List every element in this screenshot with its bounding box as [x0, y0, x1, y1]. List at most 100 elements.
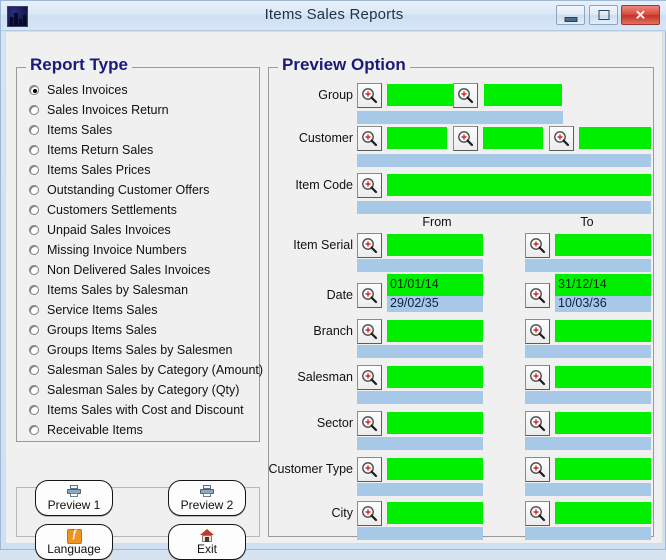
radio-items-sales[interactable]: Items Sales — [25, 120, 251, 140]
item-code-lookup-button[interactable] — [357, 173, 382, 198]
minimize-button[interactable] — [556, 5, 585, 25]
radio-salesman-sales-by-category-amount[interactable]: Salesman Sales by Category (Amount) — [25, 360, 251, 380]
group-lookup-button-1[interactable] — [357, 83, 382, 108]
sector-from-description-strip — [357, 437, 483, 450]
city-to-description-strip — [525, 527, 651, 540]
report-type-title: Report Type — [26, 55, 132, 75]
sector-to-lookup-button[interactable] — [525, 411, 550, 436]
item-code-description-strip — [357, 201, 651, 214]
city-to-field[interactable] — [555, 502, 651, 524]
item-serial-from-lookup-button[interactable] — [357, 233, 382, 258]
maximize-icon — [598, 10, 609, 20]
radio-indicator-icon — [29, 285, 39, 295]
salesman-to-field[interactable] — [555, 366, 651, 388]
sector-to-description-strip — [525, 437, 651, 450]
label-item-serial: Item Serial — [269, 238, 353, 252]
radio-groups-items-sales-by-salesmen[interactable]: Groups Items Sales by Salesmen — [25, 340, 251, 360]
customer-lookup-button-2[interactable] — [453, 126, 478, 151]
customer-lookup-button-3[interactable] — [549, 126, 574, 151]
branch-to-field[interactable] — [555, 320, 651, 342]
date-to-field[interactable]: 31/12/14 — [555, 274, 651, 296]
minimize-icon — [564, 17, 577, 22]
date-from-lookup-button[interactable] — [357, 283, 382, 308]
radio-indicator-icon — [29, 405, 39, 415]
city-from-lookup-button[interactable] — [357, 501, 382, 526]
branch-from-lookup-button[interactable] — [357, 319, 382, 344]
action-button-panel: Preview 1 Preview 2 f Language Exit — [16, 487, 260, 537]
group-field-2[interactable] — [484, 84, 562, 106]
item-serial-to-lookup-button[interactable] — [525, 233, 550, 258]
branch-from-field[interactable] — [387, 320, 483, 342]
radio-items-sales-with-cost-and-discount[interactable]: Items Sales with Cost and Discount — [25, 400, 251, 420]
date-from-field[interactable]: 01/01/14 — [387, 274, 483, 296]
label-sector: Sector — [269, 416, 353, 430]
radio-indicator-icon — [29, 245, 39, 255]
salesman-to-lookup-button[interactable] — [525, 365, 550, 390]
exit-button[interactable]: Exit — [168, 524, 246, 560]
radio-customers-settlements[interactable]: Customers Settlements — [25, 200, 251, 220]
sector-to-field[interactable] — [555, 412, 651, 434]
date-to-hijri-strip: 10/03/36 — [555, 296, 651, 312]
maximize-button[interactable] — [589, 5, 618, 25]
label-date: Date — [269, 288, 353, 302]
customer-type-to-description-strip — [525, 483, 651, 496]
radio-indicator-icon — [29, 165, 39, 175]
customer-type-to-field[interactable] — [555, 458, 651, 480]
customer-lookup-button-1[interactable] — [357, 126, 382, 151]
house-exit-icon — [200, 529, 214, 541]
radio-indicator-icon — [29, 345, 39, 355]
label-customer-type: Customer Type — [263, 462, 353, 476]
radio-items-sales-prices[interactable]: Items Sales Prices — [25, 160, 251, 180]
salesman-from-field[interactable] — [387, 366, 483, 388]
customer-type-from-lookup-button[interactable] — [357, 457, 382, 482]
city-to-lookup-button[interactable] — [525, 501, 550, 526]
customer-field-3[interactable] — [579, 127, 651, 149]
radio-groups-items-sales[interactable]: Groups Items Sales — [25, 320, 251, 340]
customer-type-to-lookup-button[interactable] — [525, 457, 550, 482]
customer-type-from-field[interactable] — [387, 458, 483, 480]
radio-unpaid-sales-invoices[interactable]: Unpaid Sales Invoices — [25, 220, 251, 240]
radio-items-return-sales[interactable]: Items Return Sales — [25, 140, 251, 160]
radio-indicator-icon — [29, 325, 39, 335]
radio-service-items-sales[interactable]: Service Items Sales — [25, 300, 251, 320]
radio-receivable-items[interactable]: Receivable Items — [25, 420, 251, 440]
date-to-lookup-button[interactable] — [525, 283, 550, 308]
radio-outstanding-customer-offers[interactable]: Outstanding Customer Offers — [25, 180, 251, 200]
item-serial-from-field[interactable] — [387, 234, 483, 256]
radio-non-delivered-sales-invoices[interactable]: Non Delivered Sales Invoices — [25, 260, 251, 280]
sector-from-field[interactable] — [387, 412, 483, 434]
item-serial-to-field[interactable] — [555, 234, 651, 256]
application-window: Items Sales Reports ✕ Report Type Sales … — [0, 0, 666, 550]
preview-1-button[interactable]: Preview 1 — [35, 480, 113, 516]
salesman-from-lookup-button[interactable] — [357, 365, 382, 390]
branch-from-description-strip — [357, 345, 483, 358]
radio-sales-invoices[interactable]: Sales Invoices — [25, 80, 251, 100]
sector-from-lookup-button[interactable] — [357, 411, 382, 436]
close-button[interactable]: ✕ — [621, 5, 660, 25]
city-from-field[interactable] — [387, 502, 483, 524]
radio-salesman-sales-by-category-qty[interactable]: Salesman Sales by Category (Qty) — [25, 380, 251, 400]
group-lookup-button-2[interactable] — [453, 83, 478, 108]
label-group: Group — [269, 88, 353, 102]
customer-field-2[interactable] — [483, 127, 543, 149]
date-from-hijri-strip: 29/02/35 — [387, 296, 483, 312]
salesman-from-description-strip — [357, 391, 483, 404]
radio-indicator-icon — [29, 125, 39, 135]
radio-missing-invoice-numbers[interactable]: Missing Invoice Numbers — [25, 240, 251, 260]
radio-indicator-icon — [29, 385, 39, 395]
item-code-field[interactable] — [387, 174, 651, 196]
title-bar: Items Sales Reports ✕ — [1, 1, 666, 31]
radio-indicator-icon — [29, 365, 39, 375]
radio-indicator-icon — [29, 305, 39, 315]
customer-type-from-description-strip — [357, 483, 483, 496]
branch-to-lookup-button[interactable] — [525, 319, 550, 344]
preview-2-button[interactable]: Preview 2 — [168, 480, 246, 516]
radio-items-sales-by-salesman[interactable]: Items Sales by Salesman — [25, 280, 251, 300]
preview-option-groupbox: Preview Option Group Customer — [268, 67, 654, 537]
radio-sales-invoices-return[interactable]: Sales Invoices Return — [25, 100, 251, 120]
language-button[interactable]: f Language — [35, 524, 113, 560]
customer-field-1[interactable] — [387, 127, 447, 149]
salesman-to-description-strip — [525, 391, 651, 404]
radio-indicator-icon — [29, 185, 39, 195]
preview-option-title: Preview Option — [278, 55, 410, 75]
